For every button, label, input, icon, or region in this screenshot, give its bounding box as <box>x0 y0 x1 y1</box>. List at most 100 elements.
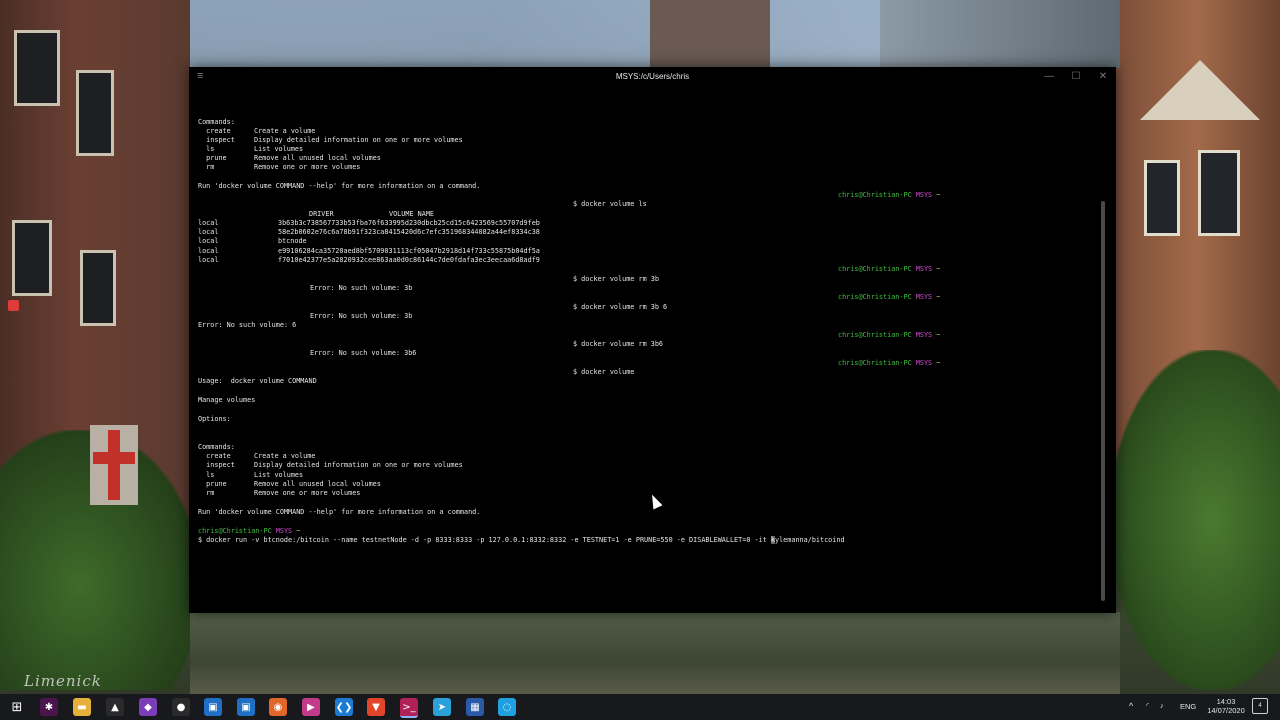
prompt-user: chris@Christian-PC <box>838 191 912 199</box>
slack-icon[interactable]: ✱ <box>40 698 58 716</box>
volume-name: f7010e42377e5a2820932cee863aa0d0c86144c7… <box>278 256 540 264</box>
commands-header: Commands: <box>198 443 235 451</box>
prompt-tilde: ~ <box>936 265 941 273</box>
notification-icon[interactable]: 4 <box>1252 698 1268 714</box>
wallpaper-signature: Limenick <box>24 672 102 690</box>
network-icon[interactable]: ◜ <box>1146 701 1149 710</box>
wallpaper-tower <box>650 0 770 68</box>
volume-name: 3b63b3c738567733b53fba76f633995d230dbcb2… <box>278 219 540 227</box>
app-blue-icon[interactable]: ◌ <box>498 698 516 716</box>
scrollbar[interactable] <box>1101 201 1105 601</box>
error-line: Error: No such volume: 6 <box>198 321 297 329</box>
volume-driver: local <box>198 237 219 245</box>
command-line: $ docker volume <box>573 368 635 376</box>
volume-name: 58e2b0602e76c6a78b91f323ca8415420d6c7efc… <box>278 228 540 236</box>
wallpaper-ground <box>190 612 1120 694</box>
wallpaper-window <box>1198 150 1240 236</box>
title-bar[interactable]: ≡ MSYS:/c/Users/chris — ☐ ✕ <box>189 67 1116 89</box>
prompt-user: chris@Christian-PC <box>198 527 272 535</box>
command-line: $ docker volume rm 3b6 <box>573 340 664 348</box>
brave-icon[interactable]: ▼ <box>367 698 385 716</box>
volume-driver: local <box>198 219 219 227</box>
obs-icon[interactable]: ● <box>172 698 190 716</box>
prompt-sys: MSYS <box>915 191 933 199</box>
file-explorer-icon[interactable]: ▬ <box>73 698 91 716</box>
language-indicator[interactable]: ENG <box>1180 702 1196 711</box>
error-line: Error: No such volume: 3b6 <box>310 349 417 357</box>
prompt-tilde: ~ <box>936 191 941 199</box>
close-button[interactable]: ✕ <box>1093 70 1113 84</box>
vscode-icon[interactable]: ❮❯ <box>335 698 353 716</box>
command-text: $ docker run -v btcnode:/bitcoin --name … <box>198 536 771 544</box>
windows-start-icon[interactable]: ⊞ <box>8 698 26 716</box>
commands-header: Commands: <box>198 118 235 126</box>
help-footer: Run 'docker volume COMMAND --help' for m… <box>198 508 481 516</box>
taskbar[interactable]: ⊞ ✱ ▬ ▲ ◆ ● ▣ ▣ ◉ ▶ ❮❯ ▼ >_ ➤ ▦ ◌ ^ ◜ ♪ … <box>0 694 1280 720</box>
terminal-output[interactable]: Commands: create Create a volume inspect… <box>189 89 1099 609</box>
volume-name: btcnode <box>278 237 307 245</box>
command-desc: List volumes <box>254 145 304 153</box>
volume-driver: local <box>198 228 219 236</box>
command-text: ylemanna/bitcoind <box>774 536 845 544</box>
firefox-icon[interactable]: ◉ <box>269 698 287 716</box>
command-name: prune <box>198 480 227 488</box>
prompt-tilde: ~ <box>936 359 941 367</box>
prompt-line: chris@Christian-PC MSYS ~ <box>838 191 940 200</box>
command-desc: Display detailed information on one or m… <box>254 136 463 144</box>
error-line: Error: No such volume: 3b <box>310 284 413 292</box>
command-desc: Create a volume <box>254 452 316 460</box>
wallpaper-foliage-right <box>1110 350 1280 690</box>
maximize-button[interactable]: ☐ <box>1066 70 1086 84</box>
volume-icon[interactable]: ♪ <box>1160 701 1164 710</box>
volume-driver: local <box>198 256 219 264</box>
prompt-sys: MSYS <box>275 527 293 535</box>
command-name: create <box>198 127 231 135</box>
prompt-user: chris@Christian-PC <box>838 265 912 273</box>
command-desc: Remove one or more volumes <box>254 163 361 171</box>
photo-app-icon[interactable]: ▲ <box>106 698 124 716</box>
command-desc: Remove one or more volumes <box>254 489 361 497</box>
telegram-icon[interactable]: ➤ <box>433 698 451 716</box>
ls-header-driver: DRIVER <box>309 210 334 218</box>
prompt-user: chris@Christian-PC <box>838 293 912 301</box>
wallpaper-window <box>1144 160 1180 236</box>
command-name: rm <box>198 489 215 497</box>
command-line: $ docker volume ls <box>573 200 647 208</box>
prompt-tilde: ~ <box>296 527 301 535</box>
command-name: inspect <box>198 136 235 144</box>
error-line: Error: No such volume: 3b <box>310 312 413 320</box>
clock-time[interactable]: 14:03 <box>1206 697 1246 706</box>
window-app-2-icon[interactable]: ▣ <box>237 698 255 716</box>
command-name: create <box>198 452 231 460</box>
prompt-line: chris@Christian-PC MSYS ~ <box>838 359 940 368</box>
prompt-line: chris@Christian-PC MSYS ~ <box>198 527 300 536</box>
vpn-icon[interactable]: ◆ <box>139 698 157 716</box>
prompt-line: chris@Christian-PC MSYS ~ <box>838 265 940 274</box>
terminal-window[interactable]: ≡ MSYS:/c/Users/chris — ☐ ✕ Commands: cr… <box>189 67 1116 613</box>
command-desc: List volumes <box>254 471 304 479</box>
options-line: Options: <box>198 415 231 423</box>
prompt-sys: MSYS <box>915 331 933 339</box>
command-desc: Remove all unused local volumes <box>254 480 381 488</box>
manage-line: Manage volumes <box>198 396 256 404</box>
prompt-sys: MSYS <box>915 265 933 273</box>
minimize-button[interactable]: — <box>1039 70 1059 84</box>
prompt-tilde: ~ <box>936 331 941 339</box>
prompt-line: chris@Christian-PC MSYS ~ <box>838 331 940 340</box>
wallpaper-window <box>14 30 60 106</box>
tray-chevron-icon[interactable]: ^ <box>1129 701 1133 711</box>
prompt-tilde: ~ <box>936 293 941 301</box>
usage-line: Usage: docker volume COMMAND <box>198 377 317 385</box>
window-title: MSYS:/c/Users/chris <box>615 72 690 81</box>
window-app-icon[interactable]: ▣ <box>204 698 222 716</box>
prompt-user: chris@Christian-PC <box>838 359 912 367</box>
terminal-icon[interactable]: >_ <box>400 698 418 718</box>
video-app-icon[interactable]: ▶ <box>302 698 320 716</box>
command-desc: Create a volume <box>254 127 316 135</box>
desktop-app-badge-icon[interactable] <box>8 300 19 311</box>
command-name: ls <box>198 145 215 153</box>
wallpaper-skyscraper <box>880 0 1120 68</box>
calculator-icon[interactable]: ▦ <box>466 698 484 716</box>
clock-date[interactable]: 14/07/2020 <box>1200 706 1252 715</box>
current-command-input[interactable]: $ docker run -v btcnode:/bitcoin --name … <box>198 536 845 545</box>
